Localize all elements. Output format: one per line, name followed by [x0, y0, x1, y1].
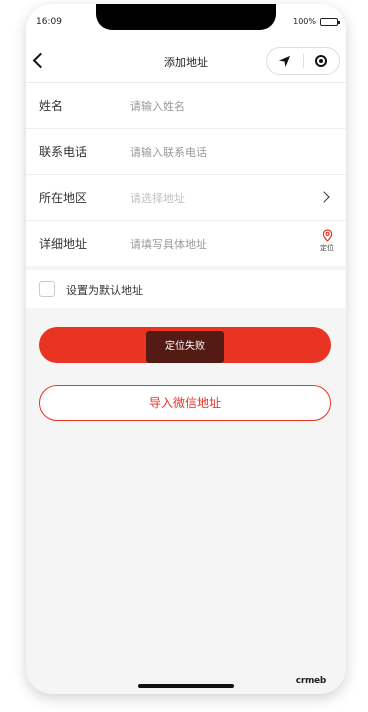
location-pin-icon [322, 229, 332, 242]
default-address-row[interactable]: 设置为默认地址 [26, 270, 346, 308]
default-address-label: 设置为默认地址 [66, 284, 143, 297]
region-row[interactable]: 所在地区 请选择地址 [26, 175, 346, 221]
detail-address-row: 详细地址 请填写具体地址 定位 [26, 221, 346, 266]
status-time: 16:09 [36, 17, 62, 27]
region-label: 所在地区 [39, 191, 88, 205]
status-right: 100% [293, 17, 340, 26]
phone-row: 联系电话 请输入联系电话 [26, 129, 346, 175]
target-icon [315, 55, 328, 67]
crmeb-logo: crmeb [295, 676, 327, 686]
home-indicator [138, 684, 234, 688]
region-picker[interactable]: 请选择地址 [130, 190, 185, 206]
detail-address-input[interactable]: 请填写具体地址 [130, 236, 207, 252]
battery-percent: 100% [293, 17, 316, 26]
locate-button[interactable]: 定位 [320, 229, 334, 253]
address-form: 姓名 请输入姓名 联系电话 请输入联系电话 所在地区 请选择地址 详细地址 请填… [26, 83, 346, 266]
location-arrow-icon [279, 55, 291, 67]
name-input[interactable]: 请输入姓名 [130, 98, 185, 114]
notch [96, 4, 276, 30]
import-wechat-address-button[interactable]: 导入微信地址 [39, 385, 331, 421]
mini-program-capsule [266, 47, 340, 75]
phone-input[interactable]: 请输入联系电话 [130, 144, 207, 160]
name-row: 姓名 请输入姓名 [26, 83, 346, 129]
toast-message: 定位失败 [146, 331, 224, 363]
locate-label: 定位 [320, 244, 334, 252]
phone-frame: 16:09 100% 添加地址 姓名 请输入姓名 联系电话 请输入联系电话 所在… [26, 4, 346, 694]
default-address-checkbox[interactable] [39, 281, 55, 297]
chevron-right-icon [318, 191, 330, 203]
location-arrow-button[interactable] [267, 48, 303, 74]
battery-icon [320, 17, 340, 26]
close-capsule-button[interactable] [304, 48, 340, 74]
phone-label: 联系电话 [39, 145, 88, 159]
name-label: 姓名 [39, 99, 64, 113]
detail-address-label: 详细地址 [39, 237, 88, 251]
nav-bar: 添加地址 [26, 40, 346, 83]
